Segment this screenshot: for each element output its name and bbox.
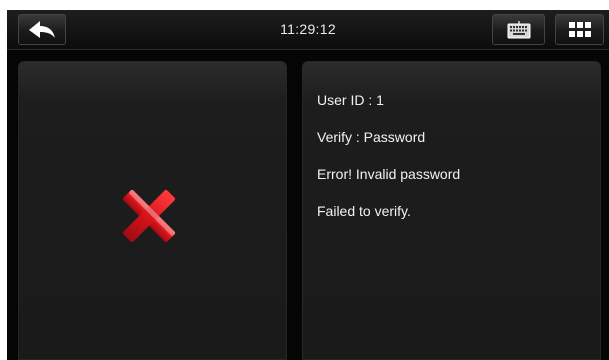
top-bar: 11:29:12 [7,10,609,50]
user-id-text: User ID : 1 [317,92,384,108]
red-x-failure-icon [122,189,176,243]
back-button[interactable] [18,14,66,45]
error-message-text: Error! Invalid password [317,166,461,182]
keyboard-icon [507,20,530,38]
menu-button[interactable] [555,14,604,45]
device-screen: 11:29:12 User ID: 1 Verify: Password E… [7,10,609,360]
keyboard-button[interactable] [492,14,545,45]
verification-info-panel: User ID : 1 Verify : Password Error! Inv… [302,61,601,360]
failure-status-text: Failed to verify. [317,203,411,219]
verify-method-text: Verify : Password [317,129,426,145]
grid-menu-icon [568,21,591,37]
result-panel [18,61,287,360]
back-arrow-icon [29,20,55,38]
info-list: User ID : 1 Verify : Password Error! Inv… [317,91,460,239]
